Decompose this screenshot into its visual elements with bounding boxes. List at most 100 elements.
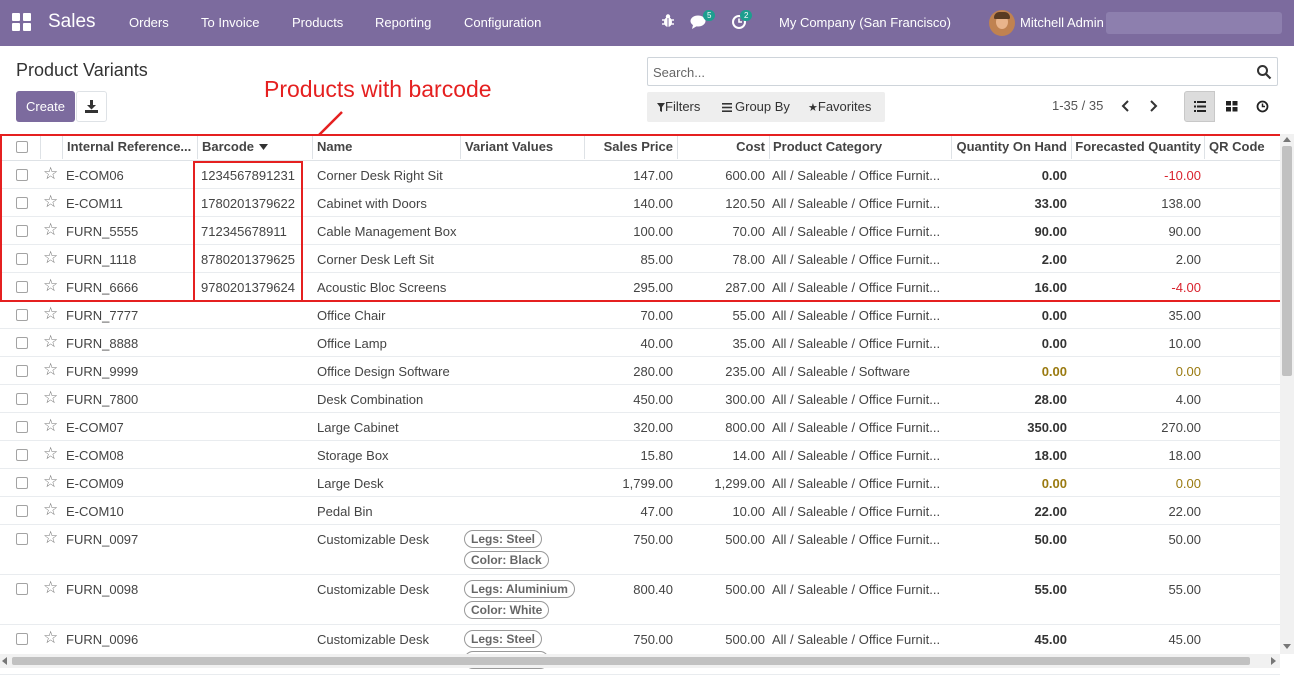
star-icon[interactable]: ☆ — [43, 417, 58, 434]
select-all-checkbox[interactable] — [16, 141, 28, 153]
row-checkbox[interactable] — [16, 197, 28, 209]
row-checkbox[interactable] — [16, 225, 28, 237]
table-row[interactable]: ☆ E-COM09 Large Desk 1,799.00 1,299.00 All / … — [0, 469, 1280, 497]
star-icon[interactable]: ☆ — [43, 629, 58, 646]
star-icon[interactable]: ☆ — [43, 579, 58, 596]
row-checkbox[interactable] — [16, 281, 28, 293]
row-checkbox[interactable] — [16, 533, 28, 545]
column-variant-values[interactable]: Variant Values — [465, 139, 553, 154]
chevron-left-icon[interactable] — [1119, 98, 1133, 114]
star-icon[interactable]: ☆ — [43, 501, 58, 518]
column-product-category[interactable]: Product Category — [773, 139, 882, 154]
cell-name: Large Cabinet — [317, 420, 399, 435]
create-button[interactable]: Create — [16, 91, 75, 122]
menu-configuration[interactable]: Configuration — [464, 15, 541, 30]
star-icon[interactable]: ☆ — [43, 333, 58, 350]
column-cost[interactable]: Cost — [677, 139, 765, 154]
table-row[interactable]: ☆ FURN_0098 Customizable Desk Legs: Alumini… — [0, 575, 1280, 625]
star-icon[interactable]: ☆ — [43, 165, 58, 182]
star-icon[interactable]: ☆ — [43, 277, 58, 294]
cell-forecasted-quantity: 18.00 — [1168, 448, 1201, 463]
chevron-right-icon[interactable] — [1146, 98, 1160, 114]
column-forecasted-quantity[interactable]: Forecasted Quantity — [1071, 139, 1201, 154]
horizontal-scrollbar[interactable] — [0, 654, 1280, 668]
cell-barcode: 9780201379624 — [201, 280, 295, 295]
table-row[interactable]: ☆ E-COM07 Large Cabinet 320.00 800.00 All / S… — [0, 413, 1280, 441]
menu-orders[interactable]: Orders — [129, 15, 169, 30]
menu-reporting[interactable]: Reporting — [375, 15, 431, 30]
table-row[interactable]: ☆ FURN_5555 712345678911 Cable Management B… — [0, 217, 1280, 245]
star-icon[interactable]: ☆ — [43, 529, 58, 546]
table-row[interactable]: ☆ E-COM10 Pedal Bin 47.00 10.00 All / Saleabl… — [0, 497, 1280, 525]
bug-icon[interactable] — [661, 13, 675, 29]
row-checkbox[interactable] — [16, 421, 28, 433]
star-icon[interactable]: ☆ — [43, 389, 58, 406]
vertical-scrollbar[interactable] — [1280, 134, 1294, 654]
table-row[interactable]: ☆ E-COM06 1234567891231 Corner Desk Right S… — [0, 161, 1280, 189]
cell-sales-price: 140.00 — [633, 196, 673, 211]
cell-name: Office Design Software — [317, 364, 450, 379]
column-internal-reference[interactable]: Internal Reference... — [67, 139, 195, 154]
row-checkbox[interactable] — [16, 633, 28, 645]
table-row[interactable]: ☆ E-COM11 1780201379622 Cabinet with Doors 1… — [0, 189, 1280, 217]
row-checkbox[interactable] — [16, 365, 28, 377]
table-row[interactable]: ☆ FURN_6666 9780201379624 Acoustic Bloc Scr… — [0, 273, 1280, 301]
row-checkbox[interactable] — [16, 393, 28, 405]
cell-cost: 70.00 — [732, 224, 765, 239]
activity-view-button[interactable] — [1247, 91, 1278, 122]
star-icon[interactable]: ☆ — [43, 221, 58, 238]
star-icon[interactable]: ☆ — [43, 473, 58, 490]
cell-sales-price: 15.80 — [640, 448, 673, 463]
table-row[interactable]: ☆ FURN_8888 Office Lamp 40.00 35.00 All / Sal… — [0, 329, 1280, 357]
row-checkbox[interactable] — [16, 505, 28, 517]
star-icon[interactable]: ☆ — [43, 305, 58, 322]
cell-name: Cable Management Box — [317, 224, 457, 239]
column-barcode[interactable]: Barcode — [202, 139, 269, 154]
table-row[interactable]: ☆ FURN_7800 Desk Combination 450.00 300.00 Al… — [0, 385, 1280, 413]
kanban-view-button[interactable] — [1216, 91, 1247, 122]
pager-value[interactable]: 1-35 / 35 — [1052, 98, 1103, 113]
star-icon[interactable]: ☆ — [43, 193, 58, 210]
cell-product-category: All / Saleable / Office Furnit... — [772, 420, 941, 435]
column-quantity-on-hand[interactable]: Quantity On Hand — [951, 139, 1068, 154]
cell-product-category: All / Saleable / Office Furnit... — [772, 582, 941, 597]
search-input[interactable] — [653, 63, 1243, 81]
column-qr-code[interactable]: QR Code — [1209, 139, 1265, 154]
table-row[interactable]: ☆ FURN_9999 Office Design Software 280.00 23… — [0, 357, 1280, 385]
table-row[interactable]: ☆ FURN_1118 8780201379625 Corner Desk Left … — [0, 245, 1280, 273]
clock-count-badge: 2 — [740, 10, 753, 21]
cell-forecasted-quantity: 0.00 — [1175, 364, 1201, 379]
row-checkbox[interactable] — [16, 309, 28, 321]
list-view-button[interactable] — [1184, 91, 1215, 122]
menu-to-invoice[interactable]: To Invoice — [201, 15, 260, 30]
table-row[interactable]: ☆ FURN_7777 Office Chair 70.00 55.00 All / Sa… — [0, 301, 1280, 329]
user-menu[interactable]: Mitchell Admin — [1020, 15, 1104, 30]
row-checkbox[interactable] — [16, 337, 28, 349]
column-sales-price[interactable]: Sales Price — [584, 139, 673, 154]
cell-quantity-on-hand: 18.00 — [1034, 448, 1067, 463]
column-name[interactable]: Name — [317, 139, 352, 154]
table-row[interactable]: ☆ FURN_0097 Customizable Desk Legs: Steel Co… — [0, 525, 1280, 575]
star-icon[interactable]: ☆ — [43, 361, 58, 378]
star-icon[interactable]: ☆ — [43, 445, 58, 462]
star-icon[interactable]: ☆ — [43, 249, 58, 266]
row-checkbox[interactable] — [16, 253, 28, 265]
row-checkbox[interactable] — [16, 449, 28, 461]
table-row[interactable]: ☆ E-COM08 Storage Box 15.80 14.00 All / Salea… — [0, 441, 1280, 469]
row-checkbox[interactable] — [16, 583, 28, 595]
apps-grid-icon[interactable] — [12, 13, 34, 33]
avatar[interactable] — [989, 10, 1015, 36]
search-icon[interactable] — [1256, 64, 1272, 80]
cell-cost: 287.00 — [725, 280, 765, 295]
row-checkbox[interactable] — [16, 169, 28, 181]
cell-internal-reference: FURN_0097 — [66, 532, 139, 547]
favorites-button[interactable]: ★Favorites — [808, 99, 871, 114]
download-button[interactable] — [76, 91, 107, 122]
company-switcher[interactable]: My Company (San Francisco) — [779, 15, 951, 30]
filters-button[interactable]: Filters — [657, 99, 700, 114]
row-checkbox[interactable] — [16, 477, 28, 489]
menu-products[interactable]: Products — [292, 15, 343, 30]
cell-barcode: 712345678911 — [201, 224, 287, 239]
app-name[interactable]: Sales — [48, 11, 96, 33]
group-by-button[interactable]: Group By — [722, 99, 790, 114]
